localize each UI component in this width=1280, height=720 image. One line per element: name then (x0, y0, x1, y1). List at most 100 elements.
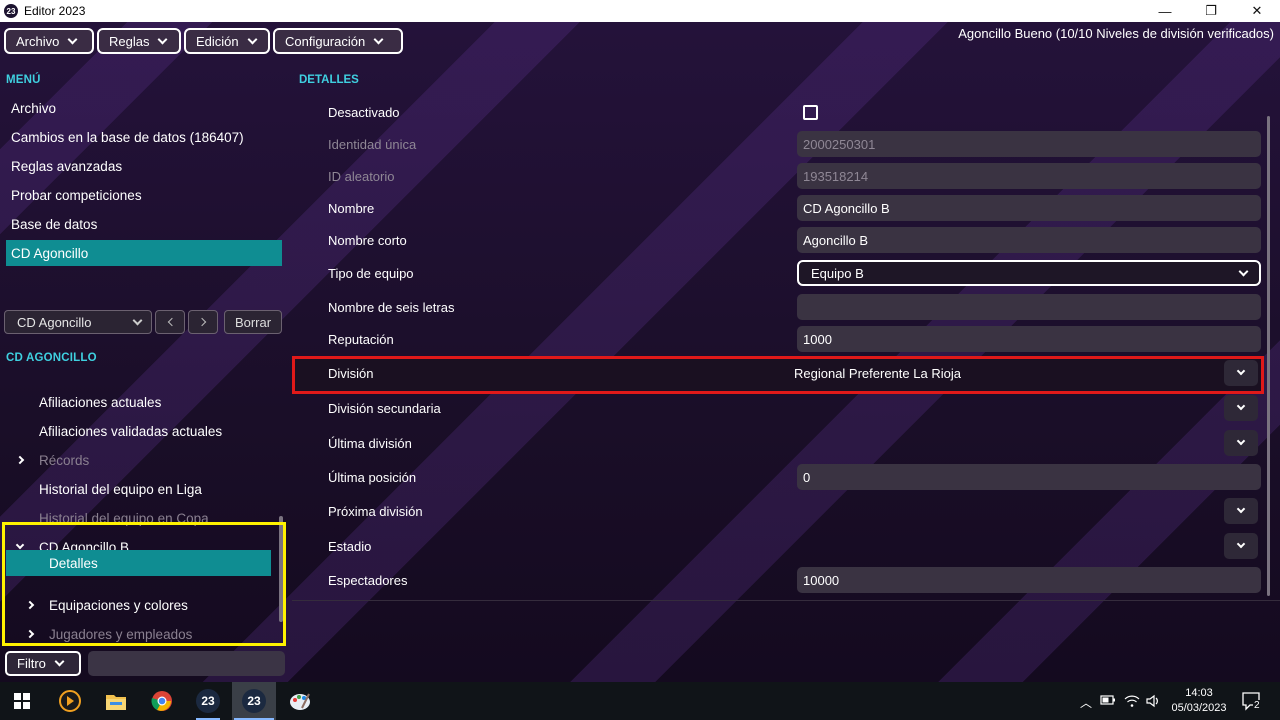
tree-item-afiliaciones[interactable]: Afiliaciones actuales (39, 388, 269, 416)
label-nombre-seis: Nombre de seis letras (328, 299, 455, 315)
menu-archivo-label: Archivo (16, 33, 60, 49)
maximize-button[interactable]: ❐ (1188, 0, 1234, 22)
division-value: Regional Preferente La Rioja (794, 366, 961, 381)
notification-count: 2 (1253, 700, 1261, 711)
nombre-field[interactable]: CD Agoncillo B (797, 195, 1261, 221)
filter-button[interactable]: Filtro (5, 651, 81, 676)
menu-configuracion-button[interactable]: Configuración (273, 28, 403, 54)
chevron-down-icon (67, 34, 78, 44)
chevron-left-icon (167, 317, 176, 327)
left-panel: MENÚ Archivo Cambios en la base de datos… (0, 72, 290, 682)
chevron-right-icon (14, 454, 26, 466)
ultima-division-dropdown-button[interactable] (1224, 430, 1258, 456)
division-row-highlight (292, 356, 1264, 394)
chevron-right-icon (24, 628, 36, 640)
reputacion-field[interactable]: 1000 (797, 326, 1261, 352)
label-ultima-posicion: Última posición (328, 469, 417, 485)
status-text: Agoncillo Bueno (10/10 Niveles de divisi… (958, 26, 1274, 41)
tree-item-equipaciones[interactable]: Equipaciones y colores (22, 591, 272, 619)
label-identidad: Identidad única (328, 136, 417, 152)
team-combo[interactable]: CD Agoncillo (4, 310, 152, 334)
menubar: Archivo Reglas Edición Configuración (4, 28, 403, 54)
nombre-corto-field[interactable]: Agoncillo B (797, 227, 1261, 253)
desactivado-checkbox[interactable] (803, 105, 818, 120)
tree-item-historial-copa[interactable]: Historial del equipo en Copa (39, 504, 269, 532)
identidad-field: 2000250301 (797, 131, 1261, 157)
menu-item-cambios[interactable]: Cambios en la base de datos (186407) (6, 124, 282, 150)
menu-item-probar-competiciones[interactable]: Probar competiciones (6, 182, 282, 208)
file-explorer-icon[interactable] (102, 687, 130, 715)
tree-item-afiliaciones-validadas[interactable]: Afiliaciones validadas actuales (39, 417, 269, 445)
notification-center[interactable]: 2 (1240, 690, 1262, 715)
tree-item-jugadores-label: Jugadores y empleados (49, 626, 193, 642)
label-proxima-division: Próxima división (328, 503, 423, 519)
label-nombre-corto: Nombre corto (328, 232, 407, 248)
chevron-down-icon (1236, 401, 1246, 411)
nombre-seis-field[interactable] (797, 294, 1261, 320)
clock-time: 14:03 (1185, 687, 1213, 699)
menu-item-archivo[interactable]: Archivo (6, 95, 282, 121)
menu-edicion-button[interactable]: Edición (184, 28, 270, 54)
menu-item-cd-agoncillo[interactable]: CD Agoncillo (6, 240, 282, 266)
label-reputacion: Reputación (328, 331, 394, 347)
menu-item-reglas-avanzadas[interactable]: Reglas avanzadas (6, 153, 282, 179)
wifi-icon[interactable] (1124, 694, 1140, 711)
menu-reglas-button[interactable]: Reglas (97, 28, 181, 54)
label-tipo-equipo: Tipo de equipo (328, 265, 414, 281)
tree-item-jugadores[interactable]: Jugadores y empleados (22, 620, 272, 648)
menu-reglas-label: Reglas (109, 33, 150, 49)
label-ultima-division: Última división (328, 435, 412, 451)
next-button[interactable] (188, 310, 218, 334)
media-app-icon[interactable] (56, 687, 84, 715)
tree-item-records-label: Récords (39, 452, 90, 468)
clock[interactable]: 14:03 05/03/2023 (1168, 686, 1230, 716)
paint-app-icon[interactable] (286, 687, 314, 715)
chevron-down-icon (54, 656, 65, 667)
details-scrollbar[interactable] (1267, 116, 1270, 596)
app-badge: 23 (6, 6, 16, 16)
division-secundaria-dropdown-button[interactable] (1224, 395, 1258, 421)
speaker-icon[interactable] (1145, 694, 1161, 711)
chevron-up-icon[interactable]: ︿ (1080, 694, 1092, 711)
tree-item-records[interactable]: Récords (12, 446, 270, 474)
tree-item-detalles[interactable]: Detalles (6, 550, 271, 576)
chevron-down-icon (1238, 266, 1249, 276)
windows-icon (14, 693, 30, 709)
clock-date: 05/03/2023 (1171, 702, 1227, 714)
chevron-down-icon (373, 34, 384, 44)
menu-item-base-de-datos[interactable]: Base de datos (6, 211, 282, 237)
division-dropdown-button[interactable] (1224, 360, 1258, 386)
label-id-aleatorio: ID aleatorio (328, 168, 395, 184)
menu-edicion-label: Edición (196, 33, 239, 49)
fm23-icon[interactable]: 23 (194, 687, 222, 715)
prev-button[interactable] (155, 310, 185, 334)
chevron-down-icon (1236, 366, 1246, 376)
minimize-button[interactable]: — (1142, 0, 1188, 22)
label-division-secundaria: División secundaria (328, 400, 441, 416)
chrome-icon[interactable] (148, 687, 176, 715)
start-button[interactable] (8, 687, 36, 715)
estadio-dropdown-button[interactable] (1224, 533, 1258, 559)
chevron-right-icon (24, 599, 36, 611)
label-nombre: Nombre (328, 200, 375, 216)
label-espectadores: Espectadores (328, 572, 408, 588)
fm23-badge: 23 (196, 689, 220, 713)
tree-scrollbar[interactable] (279, 516, 283, 622)
app-icon: 23 (4, 4, 18, 18)
tipo-equipo-select[interactable]: Equipo B (797, 260, 1261, 286)
menu-archivo-button[interactable]: Archivo (4, 28, 94, 54)
label-estadio: Estadio (328, 538, 372, 554)
espectadores-field[interactable]: 10000 (797, 567, 1261, 593)
id-aleatorio-field: 193518214 (797, 163, 1261, 189)
editor23-icon[interactable]: 23 (240, 687, 268, 715)
team-selector-row: CD Agoncillo Borrar (4, 310, 282, 334)
battery-icon[interactable] (1100, 694, 1116, 709)
filter-input[interactable] (88, 651, 285, 676)
proxima-division-dropdown-button[interactable] (1224, 498, 1258, 524)
tree-item-historial-liga[interactable]: Historial del equipo en Liga (39, 475, 269, 503)
ultima-posicion-field[interactable]: 0 (797, 464, 1261, 490)
filter-label: Filtro (17, 656, 46, 671)
close-button[interactable]: ✕ (1234, 0, 1280, 22)
chevron-down-icon (247, 34, 258, 44)
borrar-button[interactable]: Borrar (224, 310, 282, 334)
